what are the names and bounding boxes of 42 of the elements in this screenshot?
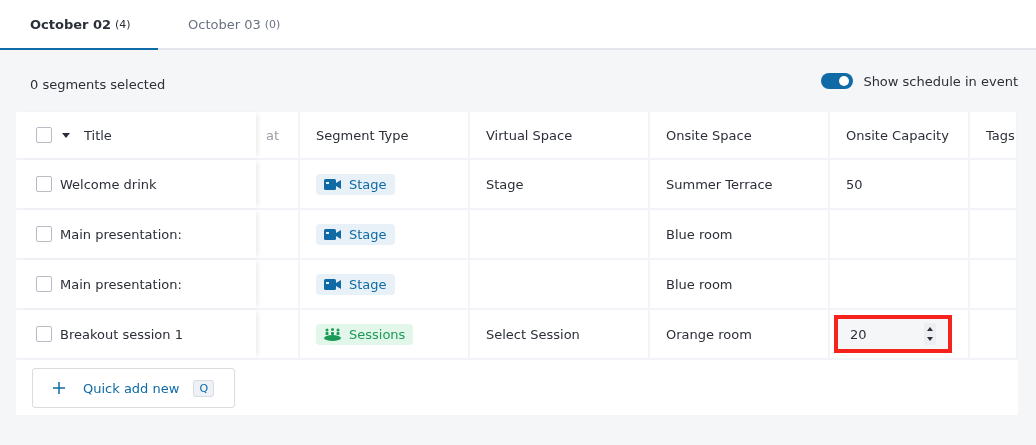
table-cell: Blue room (666, 276, 733, 292)
row-checkbox[interactable] (36, 176, 52, 192)
column-header: Onsite Space (666, 127, 752, 143)
segment-type-tag: Stage (316, 273, 395, 295)
select-all-checkbox[interactable] (36, 127, 52, 143)
segment-type-tag: Stage (316, 173, 395, 195)
selection-count: 0 segments selected (30, 76, 166, 92)
table-cell: Stage (486, 176, 524, 192)
row-checkbox[interactable] (36, 226, 52, 242)
segment-title: Breakout session 1 (60, 326, 183, 342)
row-checkbox[interactable] (36, 276, 52, 292)
video-camera-icon (324, 278, 341, 290)
column-header: Tags (986, 127, 1015, 143)
table-cell: Select Session (486, 326, 580, 342)
video-camera-icon (324, 178, 341, 190)
column-header: Onsite Capacity (846, 127, 949, 143)
video-camera-icon (324, 228, 341, 240)
plus-icon (53, 382, 65, 394)
table-cell: Orange room (666, 326, 752, 342)
spinner-icon[interactable] (924, 323, 936, 345)
date-tab[interactable]: October 02 (4) (0, 0, 158, 50)
shortcut-key: Q (193, 379, 215, 397)
column-header: Segment Type (316, 127, 409, 143)
capacity-field[interactable]: 20 (834, 315, 952, 353)
people-group-icon (324, 327, 341, 341)
column-header: Virtual Space (486, 127, 573, 143)
row-checkbox[interactable] (36, 326, 52, 342)
date-tab[interactable]: October 03 (0) (158, 0, 316, 50)
table-cell: Blue room (666, 226, 733, 242)
table-cell: Summer Terrace (666, 176, 773, 192)
segment-title: Welcome drink (60, 176, 157, 192)
segment-title: Main presentation: (60, 276, 182, 292)
toggle-label: Show schedule in event (863, 73, 1018, 89)
schedule-toggle[interactable] (821, 73, 854, 89)
column-header: at (266, 127, 280, 143)
table-cell: 50 (846, 176, 863, 192)
segment-type-tag: Sessions (316, 323, 414, 345)
quick-add-button[interactable]: Quick add new Q (32, 368, 236, 408)
segment-title: Main presentation: (60, 226, 182, 242)
column-header: Title (84, 127, 112, 143)
segment-type-tag: Stage (316, 223, 395, 245)
caret-icon[interactable] (62, 132, 70, 138)
